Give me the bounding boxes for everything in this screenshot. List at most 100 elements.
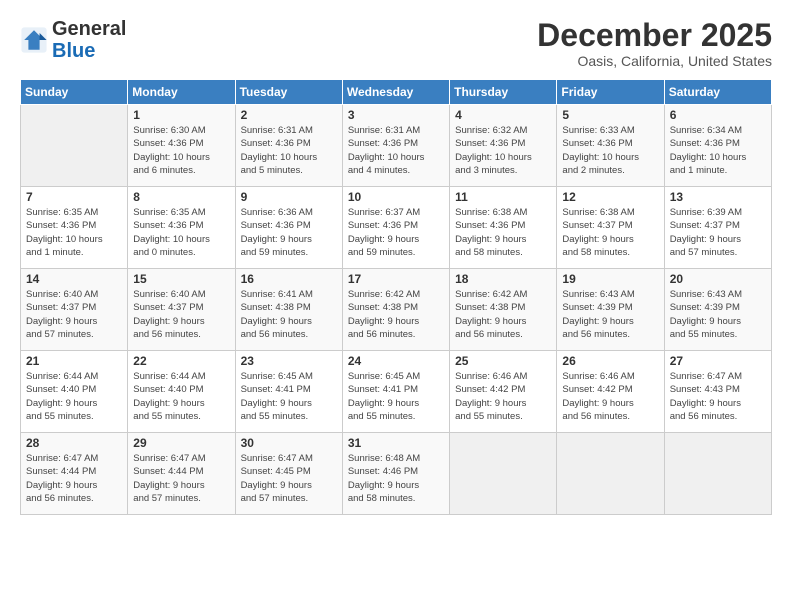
subtitle: Oasis, California, United States — [537, 53, 772, 69]
calendar-week-2: 7 Sunrise: 6:35 AMSunset: 4:36 PMDaylight… — [21, 187, 772, 269]
day-info: Sunrise: 6:36 AMSunset: 4:36 PMDaylight:… — [241, 206, 337, 259]
day-number: 16 — [241, 272, 337, 286]
calendar-cell: 17 Sunrise: 6:42 AMSunset: 4:38 PMDayligh… — [342, 269, 449, 351]
calendar-cell: 3 Sunrise: 6:31 AMSunset: 4:36 PMDaylight… — [342, 105, 449, 187]
logo-general: General — [52, 18, 126, 40]
calendar-cell: 7Sunrise: 6:35 AMSunset: 4:36 PMDaylight… — [21, 187, 128, 269]
day-number: 18 — [455, 272, 551, 286]
day-info: Sunrise: 6:47 AMSunset: 4:44 PMDaylight:… — [133, 452, 229, 505]
day-number: 19 — [562, 272, 658, 286]
day-number: 3 — [348, 108, 444, 122]
day-info: Sunrise: 6:45 AMSunset: 4:41 PMDaylight:… — [348, 370, 444, 423]
day-info: Sunrise: 6:42 AMSunset: 4:38 PMDaylight:… — [348, 288, 444, 341]
logo: General Blue — [20, 18, 126, 62]
calendar-cell — [664, 433, 771, 515]
calendar-cell: 29Sunrise: 6:47 AMSunset: 4:44 PMDayligh… — [128, 433, 235, 515]
day-info: Sunrise: 6:38 AMSunset: 4:37 PMDaylight:… — [562, 206, 658, 259]
calendar-cell: 22 Sunrise: 6:44 AMSunset: 4:40 PMDayligh… — [128, 351, 235, 433]
day-number: 22 — [133, 354, 229, 368]
header-day-monday: Monday — [128, 80, 235, 105]
header-day-saturday: Saturday — [664, 80, 771, 105]
day-info: Sunrise: 6:46 AMSunset: 4:42 PMDaylight:… — [455, 370, 551, 423]
day-number: 8 — [133, 190, 229, 204]
day-info: Sunrise: 6:38 AMSunset: 4:36 PMDaylight:… — [455, 206, 551, 259]
calendar-cell — [557, 433, 664, 515]
title-block: December 2025 Oasis, California, United … — [537, 18, 772, 69]
page: General Blue December 2025 Oasis, Califo… — [0, 0, 792, 612]
day-number: 26 — [562, 354, 658, 368]
day-number: 24 — [348, 354, 444, 368]
day-number: 7 — [26, 190, 122, 204]
day-info: Sunrise: 6:40 AMSunset: 4:37 PMDaylight:… — [133, 288, 229, 341]
day-number: 25 — [455, 354, 551, 368]
day-number: 28 — [26, 436, 122, 450]
day-info: Sunrise: 6:47 AMSunset: 4:43 PMDaylight:… — [670, 370, 766, 423]
day-info: Sunrise: 6:42 AMSunset: 4:38 PMDaylight:… — [455, 288, 551, 341]
day-info: Sunrise: 6:40 AMSunset: 4:37 PMDaylight:… — [26, 288, 122, 341]
day-info: Sunrise: 6:48 AMSunset: 4:46 PMDaylight:… — [348, 452, 444, 505]
day-number: 20 — [670, 272, 766, 286]
day-number: 13 — [670, 190, 766, 204]
calendar-cell: 15 Sunrise: 6:40 AMSunset: 4:37 PMDayligh… — [128, 269, 235, 351]
day-info: Sunrise: 6:44 AMSunset: 4:40 PMDaylight:… — [26, 370, 122, 423]
calendar-cell: 31Sunrise: 6:48 AMSunset: 4:46 PMDayligh… — [342, 433, 449, 515]
day-number: 4 — [455, 108, 551, 122]
header-day-wednesday: Wednesday — [342, 80, 449, 105]
calendar-body: 1 Sunrise: 6:30 AMSunset: 4:36 PMDaylight… — [21, 105, 772, 515]
calendar-cell: 8 Sunrise: 6:35 AMSunset: 4:36 PMDaylight… — [128, 187, 235, 269]
calendar-cell: 30 Sunrise: 6:47 AMSunset: 4:45 PMDayligh… — [235, 433, 342, 515]
day-number: 17 — [348, 272, 444, 286]
day-number: 14 — [26, 272, 122, 286]
calendar-cell: 21 Sunrise: 6:44 AMSunset: 4:40 PMDayligh… — [21, 351, 128, 433]
day-info: Sunrise: 6:37 AMSunset: 4:36 PMDaylight:… — [348, 206, 444, 259]
day-info: Sunrise: 6:43 AMSunset: 4:39 PMDaylight:… — [670, 288, 766, 341]
day-number: 15 — [133, 272, 229, 286]
logo-text: General Blue — [52, 18, 126, 62]
day-number: 21 — [26, 354, 122, 368]
day-number: 5 — [562, 108, 658, 122]
day-number: 9 — [241, 190, 337, 204]
calendar-cell: 2Sunrise: 6:31 AMSunset: 4:36 PMDaylight… — [235, 105, 342, 187]
calendar-week-3: 14 Sunrise: 6:40 AMSunset: 4:37 PMDayligh… — [21, 269, 772, 351]
calendar-cell: 25 Sunrise: 6:46 AMSunset: 4:42 PMDayligh… — [450, 351, 557, 433]
calendar-week-5: 28 Sunrise: 6:47 AMSunset: 4:44 PMDayligh… — [21, 433, 772, 515]
calendar-cell: 10Sunrise: 6:37 AMSunset: 4:36 PMDayligh… — [342, 187, 449, 269]
calendar-table: SundayMondayTuesdayWednesdayThursdayFrid… — [20, 79, 772, 515]
day-info: Sunrise: 6:30 AMSunset: 4:36 PMDaylight:… — [133, 124, 229, 177]
day-number: 11 — [455, 190, 551, 204]
header-day-tuesday: Tuesday — [235, 80, 342, 105]
calendar-cell: 14 Sunrise: 6:40 AMSunset: 4:37 PMDayligh… — [21, 269, 128, 351]
day-number: 1 — [133, 108, 229, 122]
day-info: Sunrise: 6:43 AMSunset: 4:39 PMDaylight:… — [562, 288, 658, 341]
day-info: Sunrise: 6:32 AMSunset: 4:36 PMDaylight:… — [455, 124, 551, 177]
calendar-cell: 6 Sunrise: 6:34 AMSunset: 4:36 PMDaylight… — [664, 105, 771, 187]
day-number: 12 — [562, 190, 658, 204]
calendar-cell: 20 Sunrise: 6:43 AMSunset: 4:39 PMDayligh… — [664, 269, 771, 351]
day-info: Sunrise: 6:35 AMSunset: 4:36 PMDaylight:… — [133, 206, 229, 259]
day-number: 6 — [670, 108, 766, 122]
header-row: SundayMondayTuesdayWednesdayThursdayFrid… — [21, 80, 772, 105]
header-day-sunday: Sunday — [21, 80, 128, 105]
day-info: Sunrise: 6:47 AMSunset: 4:44 PMDaylight:… — [26, 452, 122, 505]
day-number: 2 — [241, 108, 337, 122]
day-info: Sunrise: 6:45 AMSunset: 4:41 PMDaylight:… — [241, 370, 337, 423]
day-number: 23 — [241, 354, 337, 368]
day-number: 27 — [670, 354, 766, 368]
calendar-cell: 9 Sunrise: 6:36 AMSunset: 4:36 PMDaylight… — [235, 187, 342, 269]
day-info: Sunrise: 6:34 AMSunset: 4:36 PMDaylight:… — [670, 124, 766, 177]
day-number: 30 — [241, 436, 337, 450]
calendar-cell: 27 Sunrise: 6:47 AMSunset: 4:43 PMDayligh… — [664, 351, 771, 433]
day-info: Sunrise: 6:31 AMSunset: 4:36 PMDaylight:… — [348, 124, 444, 177]
calendar-cell: 19 Sunrise: 6:43 AMSunset: 4:39 PMDayligh… — [557, 269, 664, 351]
calendar-cell: 12 Sunrise: 6:38 AMSunset: 4:37 PMDayligh… — [557, 187, 664, 269]
header: General Blue December 2025 Oasis, Califo… — [20, 18, 772, 69]
calendar-cell: 28 Sunrise: 6:47 AMSunset: 4:44 PMDayligh… — [21, 433, 128, 515]
day-info: Sunrise: 6:44 AMSunset: 4:40 PMDaylight:… — [133, 370, 229, 423]
calendar-header: SundayMondayTuesdayWednesdayThursdayFrid… — [21, 80, 772, 105]
calendar-cell: 26Sunrise: 6:46 AMSunset: 4:42 PMDayligh… — [557, 351, 664, 433]
header-day-thursday: Thursday — [450, 80, 557, 105]
calendar-cell: 4 Sunrise: 6:32 AMSunset: 4:36 PMDaylight… — [450, 105, 557, 187]
day-info: Sunrise: 6:41 AMSunset: 4:38 PMDaylight:… — [241, 288, 337, 341]
calendar-week-1: 1 Sunrise: 6:30 AMSunset: 4:36 PMDaylight… — [21, 105, 772, 187]
day-info: Sunrise: 6:47 AMSunset: 4:45 PMDaylight:… — [241, 452, 337, 505]
